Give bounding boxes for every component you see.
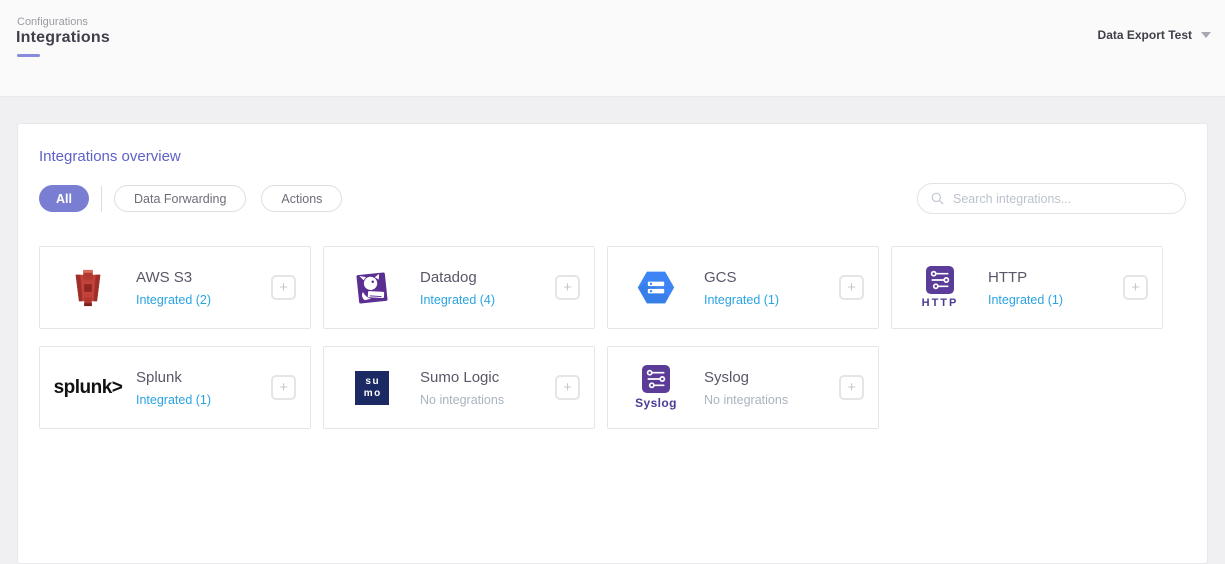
- top-header: Configurations Integrations Data Export …: [0, 0, 1225, 97]
- account-selector[interactable]: Data Export Test: [1098, 28, 1211, 42]
- integration-status[interactable]: Integrated (1): [704, 293, 839, 307]
- sumo-logo-line1: su: [364, 376, 380, 388]
- plus-icon: +: [847, 280, 856, 295]
- integration-card-http[interactable]: HTTP HTTP Integrated (1) +: [891, 246, 1163, 329]
- page-title: Integrations: [16, 29, 110, 47]
- integration-status: No integrations: [704, 393, 839, 407]
- integration-title: AWS S3: [136, 269, 271, 286]
- integration-status: No integrations: [420, 393, 555, 407]
- plus-icon: +: [279, 380, 288, 395]
- add-integration-button[interactable]: +: [1123, 275, 1148, 300]
- add-integration-button[interactable]: +: [839, 275, 864, 300]
- add-integration-button[interactable]: +: [555, 375, 580, 400]
- splunk-wordmark: splunk>: [54, 377, 123, 399]
- plus-icon: +: [279, 280, 288, 295]
- integration-status[interactable]: Integrated (4): [420, 293, 555, 307]
- add-integration-button[interactable]: +: [271, 275, 296, 300]
- syslog-icon-label: Syslog: [635, 396, 677, 410]
- plus-icon: +: [563, 380, 572, 395]
- title-underline: [17, 54, 40, 57]
- aws-s3-icon: [40, 269, 136, 307]
- http-icon: HTTP: [892, 266, 988, 309]
- sumo-logic-logo-box: su mo: [355, 371, 389, 405]
- integration-title: HTTP: [988, 269, 1123, 286]
- splunk-logo: splunk>: [40, 377, 136, 399]
- datadog-icon: [324, 269, 420, 307]
- search-input[interactable]: [953, 192, 1173, 206]
- filter-actions[interactable]: Actions: [261, 185, 342, 212]
- integration-cards-grid: AWS S3 Integrated (2) +: [39, 246, 1163, 429]
- sumo-logo-line2: mo: [362, 388, 382, 400]
- add-integration-button[interactable]: +: [839, 375, 864, 400]
- integration-title: Sumo Logic: [420, 369, 555, 386]
- chevron-down-icon: [1201, 32, 1211, 38]
- integration-card-sumo-logic[interactable]: su mo Sumo Logic No integrations +: [323, 346, 595, 429]
- integration-title: Splunk: [136, 369, 271, 386]
- integration-status[interactable]: Integrated (1): [988, 293, 1123, 307]
- syslog-icon: Syslog: [608, 365, 704, 410]
- panel-title: Integrations overview: [39, 148, 181, 165]
- add-integration-button[interactable]: +: [271, 375, 296, 400]
- integration-title: GCS: [704, 269, 839, 286]
- add-integration-button[interactable]: +: [555, 275, 580, 300]
- integration-card-gcs[interactable]: GCS Integrated (1) +: [607, 246, 879, 329]
- plus-icon: +: [563, 280, 572, 295]
- integrations-panel: Integrations overview All Data Forwardin…: [17, 123, 1208, 564]
- search-box: [917, 183, 1186, 214]
- plus-icon: +: [847, 380, 856, 395]
- filter-divider: [101, 186, 102, 212]
- filter-data-forwarding[interactable]: Data Forwarding: [114, 185, 246, 212]
- integration-card-syslog[interactable]: Syslog Syslog No integrations +: [607, 346, 879, 429]
- http-icon-label: HTTP: [922, 297, 959, 309]
- filter-row: All Data Forwarding Actions: [39, 185, 342, 212]
- gcs-icon: [608, 269, 704, 306]
- integration-title: Datadog: [420, 269, 555, 286]
- plus-icon: +: [1131, 280, 1140, 295]
- breadcrumb: Configurations: [17, 16, 88, 28]
- sumo-logic-logo: su mo: [324, 371, 420, 405]
- integration-status[interactable]: Integrated (2): [136, 293, 271, 307]
- integration-card-splunk[interactable]: splunk> Splunk Integrated (1) +: [39, 346, 311, 429]
- integration-title: Syslog: [704, 369, 839, 386]
- account-selector-label: Data Export Test: [1098, 28, 1192, 42]
- filter-all[interactable]: All: [39, 185, 89, 212]
- integration-card-aws-s3[interactable]: AWS S3 Integrated (2) +: [39, 246, 311, 329]
- integration-card-datadog[interactable]: Datadog Integrated (4) +: [323, 246, 595, 329]
- search-icon: [930, 191, 945, 206]
- integration-status[interactable]: Integrated (1): [136, 393, 271, 407]
